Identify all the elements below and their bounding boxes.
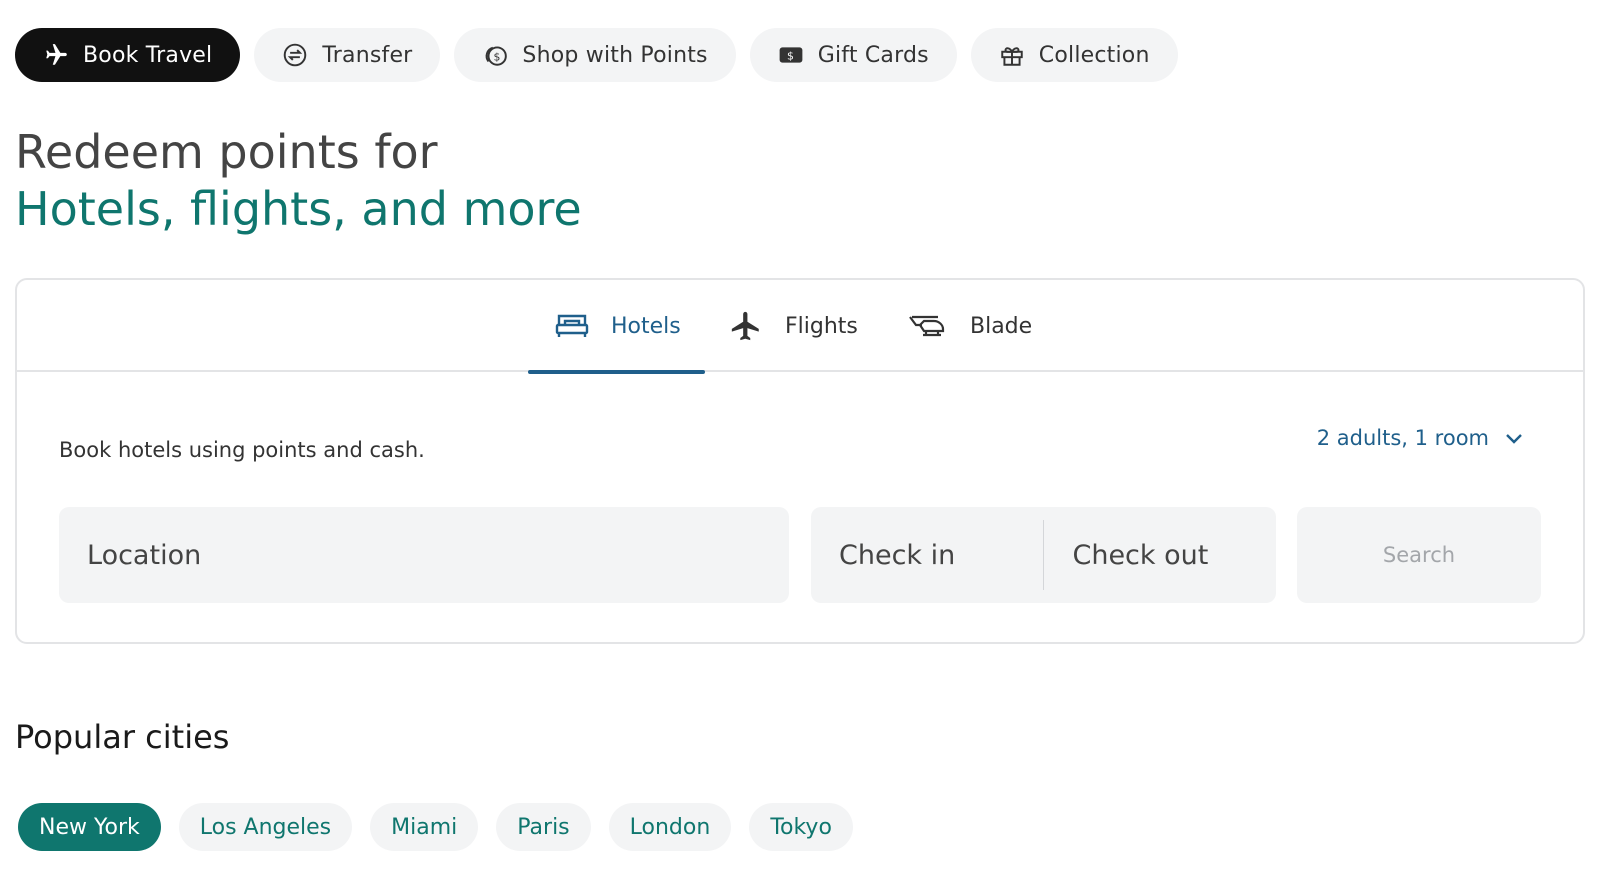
popular-cities-list: New York Los Angeles Miami Paris London … bbox=[18, 803, 853, 851]
guests-selector[interactable]: 2 adults, 1 room bbox=[1317, 426, 1523, 450]
city-chip-london[interactable]: London bbox=[608, 803, 732, 851]
nav-book-travel-button[interactable]: Book Travel bbox=[15, 28, 241, 82]
tab-hotels[interactable]: Hotels bbox=[528, 280, 705, 374]
nav-label: Shop with Points bbox=[522, 42, 708, 68]
tab-blade[interactable]: Blade bbox=[908, 280, 1032, 372]
page-heading: Redeem points for Hotels, flights, and m… bbox=[15, 125, 582, 239]
nav-gift-cards-button[interactable]: $ Gift Cards bbox=[749, 28, 957, 82]
gift-icon bbox=[999, 42, 1025, 68]
chevron-down-icon bbox=[1505, 426, 1523, 450]
coins-icon: $ bbox=[482, 42, 508, 68]
check-out-field[interactable]: Check out bbox=[1044, 507, 1276, 603]
gift-card-icon: $ bbox=[778, 42, 804, 68]
nav-label: Gift Cards bbox=[817, 42, 929, 68]
transfer-icon bbox=[282, 42, 308, 68]
booking-card: Hotels Flights Blade Book hotels using p… bbox=[15, 278, 1585, 644]
svg-text:$: $ bbox=[787, 50, 794, 63]
nav-transfer-button[interactable]: Transfer bbox=[254, 28, 441, 82]
nav-label: Book Travel bbox=[83, 42, 213, 68]
airplane-icon bbox=[43, 42, 69, 68]
tab-label: Flights bbox=[785, 313, 858, 339]
tab-label: Hotels bbox=[611, 313, 681, 339]
airplane-icon bbox=[729, 309, 763, 343]
check-out-label: Check out bbox=[1072, 539, 1209, 571]
svg-text:$: $ bbox=[494, 51, 501, 64]
search-button[interactable]: Search bbox=[1297, 507, 1541, 603]
city-chip-new-york[interactable]: New York bbox=[18, 803, 161, 851]
top-nav: Book Travel Transfer $ Shop with Points … bbox=[15, 28, 1178, 82]
city-chip-tokyo[interactable]: Tokyo bbox=[749, 803, 853, 851]
bed-icon bbox=[555, 313, 589, 339]
location-placeholder: Location bbox=[87, 539, 202, 571]
nav-collection-button[interactable]: Collection bbox=[970, 28, 1178, 82]
tab-flights[interactable]: Flights bbox=[729, 280, 858, 372]
heading-line-1: Redeem points for bbox=[15, 125, 438, 179]
booking-tabs: Hotels Flights Blade bbox=[17, 280, 1583, 374]
city-chip-los-angeles[interactable]: Los Angeles bbox=[178, 803, 353, 851]
tab-label: Blade bbox=[970, 313, 1033, 339]
nav-label: Collection bbox=[1038, 42, 1150, 68]
guests-label: 2 adults, 1 room bbox=[1316, 426, 1489, 450]
search-label: Search bbox=[1382, 543, 1456, 567]
city-chip-miami[interactable]: Miami bbox=[370, 803, 479, 851]
city-chip-paris[interactable]: Paris bbox=[496, 803, 591, 851]
check-in-label: Check in bbox=[839, 539, 956, 571]
heading-line-2: Hotels, flights, and more bbox=[15, 182, 582, 236]
location-input[interactable]: Location bbox=[59, 507, 789, 603]
date-range-picker: Check in Check out bbox=[811, 507, 1276, 603]
check-in-field[interactable]: Check in bbox=[811, 507, 1043, 603]
hotels-description: Book hotels using points and cash. bbox=[59, 438, 425, 462]
popular-cities-title: Popular cities bbox=[15, 718, 230, 756]
helicopter-icon bbox=[908, 312, 948, 340]
nav-label: Transfer bbox=[322, 42, 413, 68]
nav-shop-with-points-button[interactable]: $ Shop with Points bbox=[454, 28, 736, 82]
